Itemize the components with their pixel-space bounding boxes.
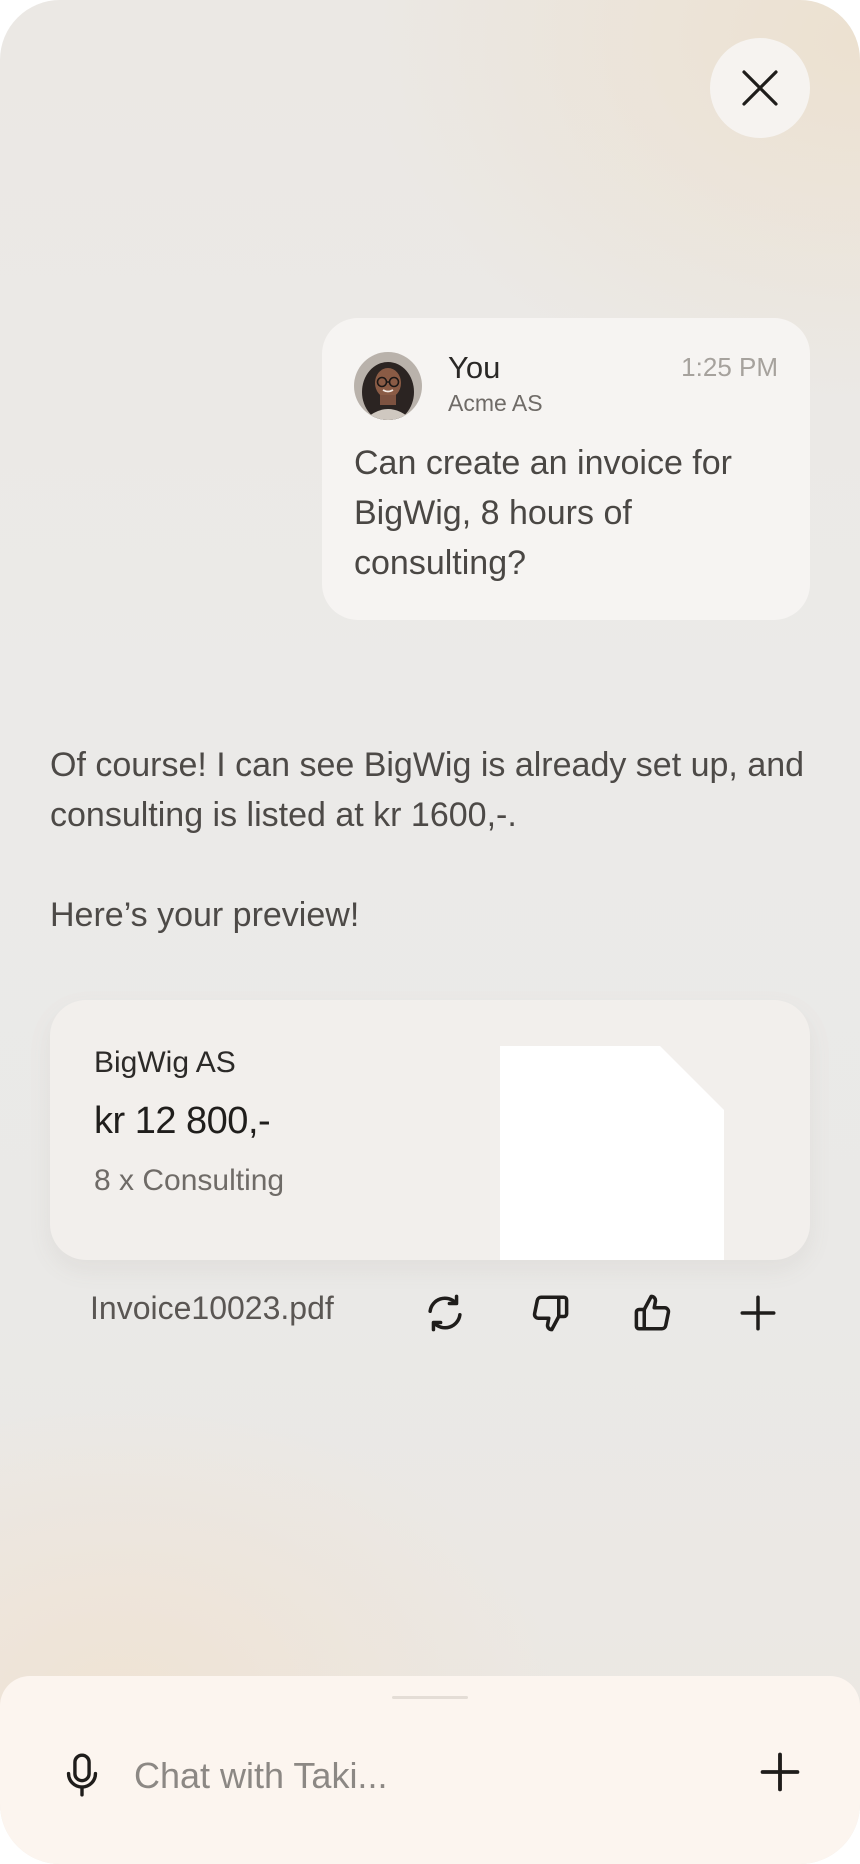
document-thumbnail	[500, 1046, 724, 1260]
invoice-client: BigWig AS	[94, 1046, 236, 1079]
close-button[interactable]	[710, 38, 810, 138]
invoice-preview-card[interactable]: BigWig AS kr 12 800,- 8 x Consulting	[50, 1000, 810, 1260]
invoice-actions-row: Invoice10023.pdf	[0, 1280, 860, 1346]
microphone-icon	[66, 1753, 98, 1797]
plus-icon	[760, 1752, 800, 1792]
add-button[interactable]	[731, 1286, 785, 1340]
refresh-icon	[428, 1294, 462, 1332]
chat-input[interactable]	[134, 1746, 694, 1806]
message-timestamp: 1:25 PM	[681, 352, 778, 382]
avatar	[354, 352, 422, 420]
voice-input-button[interactable]	[60, 1750, 104, 1800]
sender-organization: Acme AS	[448, 390, 543, 416]
chat-composer	[0, 1676, 860, 1864]
invoice-amount: kr 12 800,-	[94, 1100, 271, 1142]
sheet-grabber[interactable]	[392, 1696, 468, 1699]
assistant-message-paragraph: Of course! I can see BigWig is already s…	[50, 746, 805, 834]
thumbs-up-icon	[634, 1294, 671, 1331]
close-icon	[742, 70, 778, 106]
composer-add-button[interactable]	[754, 1746, 806, 1798]
sender-name: You	[448, 350, 501, 385]
assistant-message-paragraph: Here’s your preview!	[50, 896, 360, 934]
user-message-text: Can create an invoice for BigWig, 8 hour…	[354, 444, 732, 582]
invoice-line-item: 8 x Consulting	[94, 1164, 285, 1197]
plus-icon	[740, 1295, 776, 1331]
regenerate-button[interactable]	[418, 1286, 472, 1340]
assistant-message: Of course! I can see BigWig is already s…	[50, 740, 810, 940]
thumbs-down-icon	[532, 1295, 569, 1332]
user-message-bubble: You Acme AS 1:25 PM Can create an invoic…	[322, 318, 810, 620]
thumbs-up-button[interactable]	[626, 1286, 680, 1340]
invoice-file-name[interactable]: Invoice10023.pdf	[90, 1290, 334, 1327]
chat-screen: You Acme AS 1:25 PM Can create an invoic…	[0, 0, 860, 1864]
thumbs-down-button[interactable]	[523, 1286, 577, 1340]
